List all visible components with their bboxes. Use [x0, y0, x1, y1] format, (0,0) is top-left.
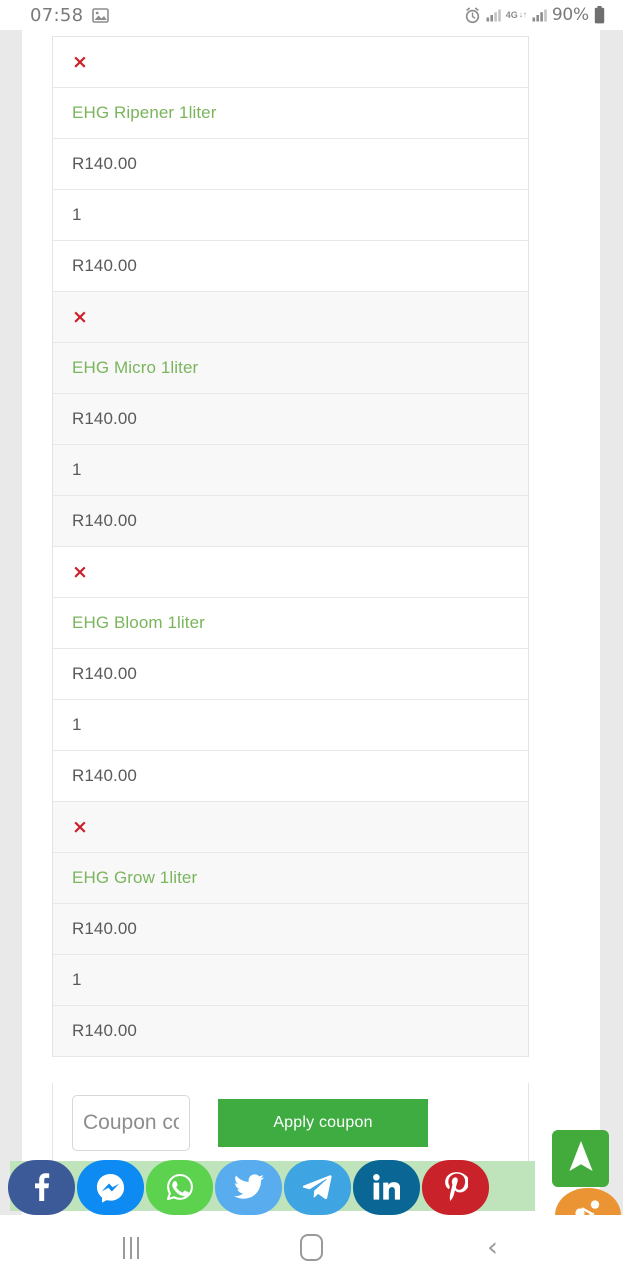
browser-viewport: × EHG Ripener 1liter R140.00 1 R140.00 ×…: [0, 30, 623, 1215]
cart-row-remove: ×: [53, 37, 528, 88]
share-pinterest-button[interactable]: [422, 1159, 489, 1215]
data-transfer-arrows-icon: ↓↑: [518, 10, 527, 19]
twitter-icon: [233, 1174, 264, 1200]
navigation-arrow-up-icon: [568, 1140, 594, 1177]
phone-screen: 07:58 4G ↓↑ 90% × EHG Ripener 1liter R14…: [0, 0, 623, 1280]
remove-item-button[interactable]: ×: [72, 817, 88, 837]
network-type-indicator: 4G ↓↑: [505, 10, 527, 20]
status-bar-right: 4G ↓↑ 90%: [464, 5, 605, 25]
cart-row-remove: ×: [53, 547, 528, 598]
product-quantity[interactable]: 1: [72, 205, 82, 225]
telegram-icon: [303, 1174, 332, 1200]
pinterest-icon: [444, 1171, 468, 1203]
image-icon: [92, 7, 110, 23]
status-bar-left: 07:58: [30, 4, 110, 26]
cart-row-price: R140.00: [53, 904, 528, 955]
product-quantity[interactable]: 1: [72, 970, 82, 990]
product-subtotal: R140.00: [72, 256, 137, 275]
battery-icon: [594, 6, 605, 24]
share-telegram-button[interactable]: [284, 1159, 351, 1215]
product-subtotal: R140.00: [72, 766, 137, 785]
nav-home-button[interactable]: [272, 1223, 352, 1273]
cart-row-quantity: 1: [53, 445, 528, 496]
coupon-row: Apply coupon: [52, 1083, 529, 1163]
cart-items-table: × EHG Ripener 1liter R140.00 1 R140.00 ×…: [52, 36, 529, 1057]
product-price: R140.00: [72, 409, 137, 428]
status-bar-clock: 07:58: [30, 4, 84, 26]
facebook-icon: [33, 1173, 50, 1201]
product-name-link[interactable]: EHG Micro 1liter: [72, 358, 198, 378]
coupon-code-input[interactable]: [72, 1094, 190, 1151]
share-messenger-button[interactable]: [77, 1159, 144, 1215]
cart-item: × EHG Ripener 1liter R140.00 1 R140.00: [53, 37, 528, 292]
product-price: R140.00: [72, 664, 137, 683]
cart-row-name: EHG Micro 1liter: [53, 343, 528, 394]
product-name-link[interactable]: EHG Bloom 1liter: [72, 613, 205, 633]
product-quantity[interactable]: 1: [72, 715, 82, 735]
cart-row-quantity: 1: [53, 190, 528, 241]
share-nodes-icon: [575, 1200, 601, 1215]
signal-bars-icon-2: [532, 9, 547, 22]
cart-row-name: EHG Ripener 1liter: [53, 88, 528, 139]
share-whatsapp-button[interactable]: [146, 1159, 213, 1215]
cart-row-name: EHG Bloom 1liter: [53, 598, 528, 649]
cart-row-price: R140.00: [53, 139, 528, 190]
cart-row-price: R140.00: [53, 649, 528, 700]
share-twitter-button[interactable]: [215, 1159, 282, 1215]
cart-row-price: R140.00: [53, 394, 528, 445]
social-share-buttons: [8, 1158, 491, 1215]
battery-percent-label: 90%: [551, 5, 589, 25]
messenger-icon: [95, 1172, 126, 1203]
alarm-icon: [464, 7, 481, 24]
linkedin-icon: [373, 1174, 400, 1200]
cart-item: × EHG Micro 1liter R140.00 1 R140.00: [53, 292, 528, 547]
cart-row-name: EHG Grow 1liter: [53, 853, 528, 904]
android-navigation-bar: ‹: [0, 1215, 623, 1280]
share-linkedin-button[interactable]: [353, 1159, 420, 1215]
status-bar: 07:58 4G ↓↑ 90%: [0, 0, 623, 30]
scroll-to-top-button[interactable]: [552, 1130, 609, 1187]
cart-row-remove: ×: [53, 802, 528, 853]
back-chevron-icon: ‹: [487, 1232, 498, 1263]
whatsapp-icon: [165, 1172, 195, 1202]
remove-item-button[interactable]: ×: [72, 562, 88, 582]
remove-item-button[interactable]: ×: [72, 52, 88, 72]
cart-row-quantity: 1: [53, 955, 528, 1006]
home-icon: [300, 1234, 323, 1261]
product-name-link[interactable]: EHG Ripener 1liter: [72, 103, 216, 123]
product-subtotal: R140.00: [72, 511, 137, 530]
cart-row-quantity: 1: [53, 700, 528, 751]
cart-row-subtotal: R140.00: [53, 241, 528, 292]
product-name-link[interactable]: EHG Grow 1liter: [72, 868, 197, 888]
product-price: R140.00: [72, 154, 137, 173]
product-quantity[interactable]: 1: [72, 460, 82, 480]
nav-back-button[interactable]: ‹: [453, 1223, 533, 1273]
share-facebook-button[interactable]: [8, 1159, 75, 1215]
network-type-label: 4G: [505, 10, 518, 20]
apply-coupon-button[interactable]: Apply coupon: [218, 1098, 428, 1147]
nav-recents-button[interactable]: [91, 1223, 171, 1273]
product-price: R140.00: [72, 919, 137, 938]
cart-row-subtotal: R140.00: [53, 751, 528, 802]
cart-row-remove: ×: [53, 292, 528, 343]
product-subtotal: R140.00: [72, 1021, 137, 1040]
signal-bars-icon: [486, 9, 501, 22]
remove-item-button[interactable]: ×: [72, 307, 88, 327]
social-share-bar: [0, 1158, 623, 1215]
cart-row-subtotal: R140.00: [53, 496, 528, 547]
cart-item: × EHG Bloom 1liter R140.00 1 R140.00: [53, 547, 528, 802]
cart-item: × EHG Grow 1liter R140.00 1 R140.00: [53, 802, 528, 1057]
cart-row-subtotal: R140.00: [53, 1006, 528, 1057]
recents-icon: [122, 1236, 139, 1259]
